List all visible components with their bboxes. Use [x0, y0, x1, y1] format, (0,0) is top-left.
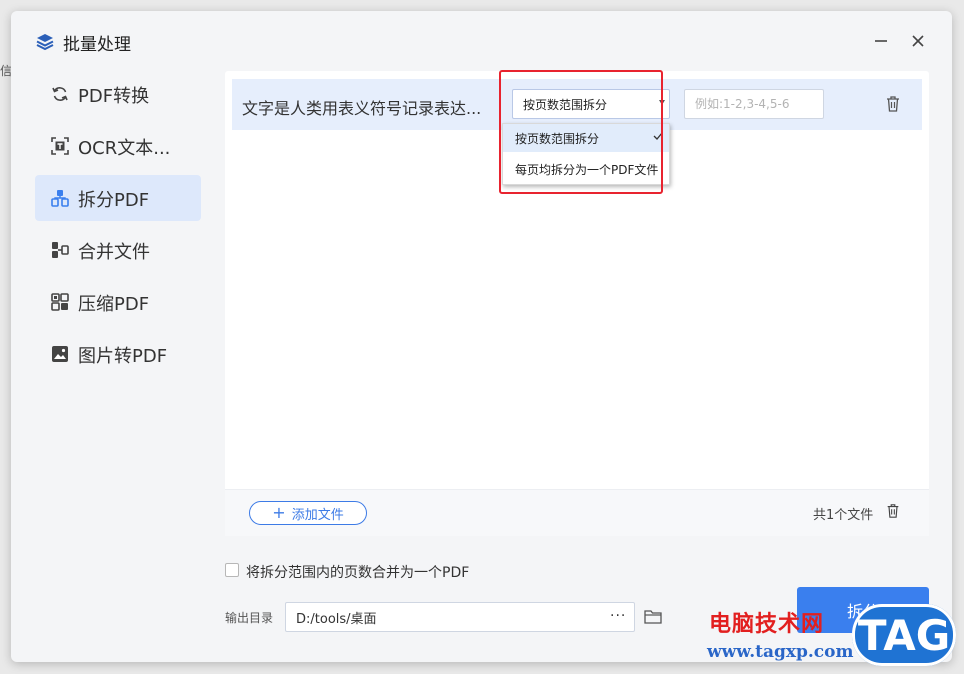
sidebar-item-pdf-convert[interactable]: PDF转换: [35, 71, 201, 117]
sidebar-item-label: 图片转PDF: [78, 346, 168, 367]
check-icon: [653, 132, 663, 140]
panel-footer: + 添加文件 共1个文件: [225, 489, 929, 536]
dropdown-option-page-range[interactable]: 按页数范围拆分: [503, 124, 669, 152]
window-title: 批量处理: [63, 35, 131, 55]
ocr-icon: [51, 137, 69, 155]
merge-checkbox-label: 将拆分范围内的页数合并为一个PDF: [246, 565, 470, 581]
add-file-button[interactable]: + 添加文件: [249, 501, 367, 525]
compress-icon: [51, 293, 69, 311]
dropdown-option-label: 每页均拆分为一个PDF文件: [515, 163, 659, 177]
refresh-icon: [52, 87, 68, 101]
watermark-logo: TAG: [852, 604, 956, 666]
split-mode-value: 按页数范围拆分: [523, 98, 608, 112]
add-file-label: 添加文件: [291, 507, 344, 523]
sidebar-item-label: 合并文件: [78, 242, 150, 263]
plus-icon: +: [272, 503, 286, 522]
layers-icon: [36, 34, 54, 51]
title-bar: 批量处理: [11, 11, 952, 69]
sidebar-item-label: OCR文本...: [78, 138, 171, 159]
file-count: 共1个文件: [813, 508, 874, 523]
file-name: 文字是人类用表义符号记录表达...: [242, 99, 482, 118]
split-icon: [51, 190, 69, 207]
sidebar-item-label: 拆分PDF: [78, 190, 150, 211]
watermark-text: 电脑技术网: [709, 612, 825, 637]
sidebar-item-image-to-pdf[interactable]: 图片转PDF: [35, 331, 201, 377]
output-dir-label: 输出目录: [225, 611, 274, 625]
trash-icon[interactable]: [884, 95, 902, 113]
dropdown-option-label: 按页数范围拆分: [515, 132, 600, 146]
merge-checkbox[interactable]: [225, 563, 239, 577]
split-mode-dropdown: 按页数范围拆分 每页均拆分为一个PDF文件: [502, 123, 670, 185]
close-icon[interactable]: [906, 29, 930, 53]
browse-more-button[interactable]: ···: [610, 608, 626, 624]
sidebar-item-ocr[interactable]: OCR文本...: [35, 123, 201, 169]
minimize-icon[interactable]: [869, 29, 893, 53]
sidebar-item-label: PDF转换: [78, 86, 150, 107]
dropdown-option-every-page[interactable]: 每页均拆分为一个PDF文件: [503, 155, 669, 183]
sidebar-item-split-pdf[interactable]: 拆分PDF: [35, 175, 201, 221]
merge-icon: [52, 242, 69, 258]
split-mode-select[interactable]: 按页数范围拆分: [512, 89, 670, 119]
image-icon: [52, 346, 68, 362]
page-range-input[interactable]: [684, 89, 824, 119]
caret-down-icon: [659, 100, 665, 105]
watermark-url: www.tagxp.com: [707, 642, 854, 662]
sidebar-item-label: 压缩PDF: [78, 294, 150, 315]
sidebar-item-merge[interactable]: 合并文件: [35, 227, 201, 273]
clear-all-trash-icon[interactable]: [885, 503, 901, 519]
sidebar-item-compress[interactable]: 压缩PDF: [35, 279, 201, 325]
batch-window: 批量处理 PDF转换 OCR文本... 拆分PDF 合并文件 压缩PDF 图片转…: [11, 11, 952, 662]
folder-icon[interactable]: [644, 609, 662, 625]
output-dir-input[interactable]: [285, 602, 635, 632]
